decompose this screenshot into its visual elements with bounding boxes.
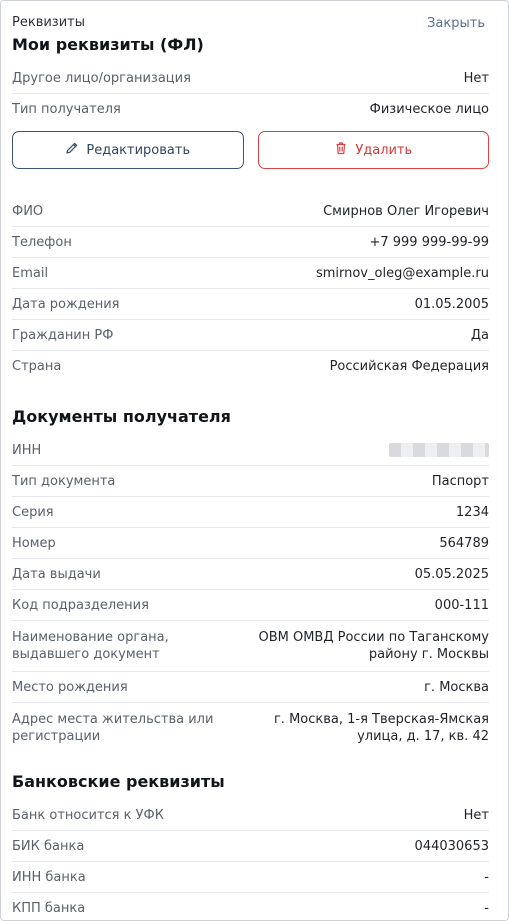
row-label: Наименование органа, выдавшего документ	[12, 630, 169, 662]
info-row: КПП банка -	[12, 893, 489, 920]
row-label: Серия	[12, 504, 54, 520]
bank-rows: Банк относится к УФК Нет БИК банка 0440306…	[12, 800, 489, 920]
row-value: Паспорт	[431, 473, 489, 489]
row-value: Российская Федерация	[329, 358, 489, 374]
row-label: Код подразделения	[12, 597, 149, 613]
info-row: Код подразделения 000-111	[12, 590, 489, 621]
row-value: 01.05.2005	[414, 296, 489, 312]
row-label: Тип получателя	[12, 101, 121, 117]
edit-button-label: Редактировать	[86, 142, 191, 158]
info-row: Другое лицо/организация Нет	[12, 63, 489, 94]
row-value: -	[484, 869, 489, 885]
row-label: Гражданин РФ	[12, 327, 114, 343]
info-row: Телефон +7 999 999-99-99	[12, 227, 489, 258]
row-label: Тип документа	[12, 473, 116, 489]
row-value: 000-111	[434, 597, 489, 613]
edit-button[interactable]: Редактировать	[12, 131, 244, 169]
row-value: г. Москва, 1-я Тверская-Ямская улица, д.…	[273, 712, 489, 744]
info-row: Дата рождения 01.05.2005	[12, 289, 489, 320]
row-value: Физическое лицо	[369, 101, 489, 117]
info-row: ИНН	[12, 435, 489, 466]
row-label: Банк относится к УФК	[12, 807, 164, 823]
row-value: Нет	[463, 807, 489, 823]
row-label: Номер	[12, 535, 56, 551]
info-row: ФИО Смирнов Олег Игоревич	[12, 196, 489, 227]
row-label: КПП банка	[12, 900, 86, 916]
info-row: ИНН банка -	[12, 862, 489, 893]
row-value: Нет	[463, 70, 489, 86]
info-row: Наименование органа, выдавшего документ О…	[12, 621, 489, 672]
document-rows: ИНН Тип документа Паспорт Серия 1234 Номер…	[12, 435, 489, 753]
row-value: 044030653	[414, 838, 489, 854]
recipient-type-rows: Другое лицо/организация Нет Тип получате…	[12, 63, 489, 124]
row-value: -	[484, 900, 489, 916]
row-label: Место рождения	[12, 679, 128, 695]
row-label: Другое лицо/организация	[12, 70, 191, 86]
action-buttons: Редактировать Удалить	[12, 131, 489, 169]
panel-header: Реквизиты Мои реквизиты (ФЛ) Закрыть	[12, 15, 488, 55]
info-row: Email smirnov_oleg@example.ru	[12, 258, 489, 289]
row-label: Адрес места жительства или регистрации	[12, 712, 214, 744]
info-row: Серия 1234	[12, 497, 489, 528]
row-value: 1234	[455, 504, 489, 520]
info-row: Гражданин РФ Да	[12, 320, 489, 351]
row-label: Дата выдачи	[12, 566, 101, 582]
info-row: Место рождения г. Москва	[12, 672, 489, 703]
row-value: smirnov_oleg@example.ru	[315, 265, 489, 281]
pencil-icon	[65, 141, 79, 159]
info-row: Тип документа Паспорт	[12, 466, 489, 497]
row-value: Да	[470, 327, 489, 343]
info-row: Номер 564789	[12, 528, 489, 559]
info-row: БИК банка 044030653	[12, 831, 489, 862]
documents-section-title: Документы получателя	[12, 407, 231, 426]
breadcrumb: Реквизиты	[12, 15, 85, 30]
person-rows: ФИО Смирнов Олег Игоревич Телефон +7 999 9…	[12, 196, 489, 381]
row-label: Страна	[12, 358, 62, 374]
info-row: Тип получателя Физическое лицо	[12, 94, 489, 124]
row-label: ИНН	[12, 442, 42, 458]
row-value: 05.05.2025	[414, 566, 489, 582]
delete-button-label: Удалить	[355, 142, 413, 158]
requisites-panel: Реквизиты Мои реквизиты (ФЛ) Закрыть Дру…	[0, 0, 509, 921]
row-label: ФИО	[12, 203, 44, 219]
info-row: Банк относится к УФК Нет	[12, 800, 489, 831]
row-label: ИНН банка	[12, 869, 86, 885]
row-label: БИК банка	[12, 838, 85, 854]
masked-inn-value	[389, 443, 489, 457]
row-value: ОВМ ОМВД России по Таганскому району г. …	[258, 630, 489, 662]
row-value: +7 999 999-99-99	[369, 234, 489, 250]
row-label: Телефон	[12, 234, 72, 250]
delete-button[interactable]: Удалить	[257, 131, 489, 169]
bank-section-title: Банковские реквизиты	[12, 772, 225, 791]
row-value: г. Москва	[424, 679, 489, 695]
info-row: Дата выдачи 05.05.2025	[12, 559, 489, 590]
page-title: Мои реквизиты (ФЛ)	[12, 35, 204, 54]
row-label: Email	[12, 265, 49, 281]
trash-icon	[334, 141, 348, 159]
row-value: Смирнов Олег Игоревич	[323, 203, 489, 219]
row-label: Дата рождения	[12, 296, 120, 312]
info-row: Адрес места жительства или регистрации г.…	[12, 703, 489, 753]
info-row: Страна Российская Федерация	[12, 351, 489, 381]
row-value: 564789	[439, 535, 489, 551]
close-link[interactable]: Закрыть	[427, 16, 485, 31]
